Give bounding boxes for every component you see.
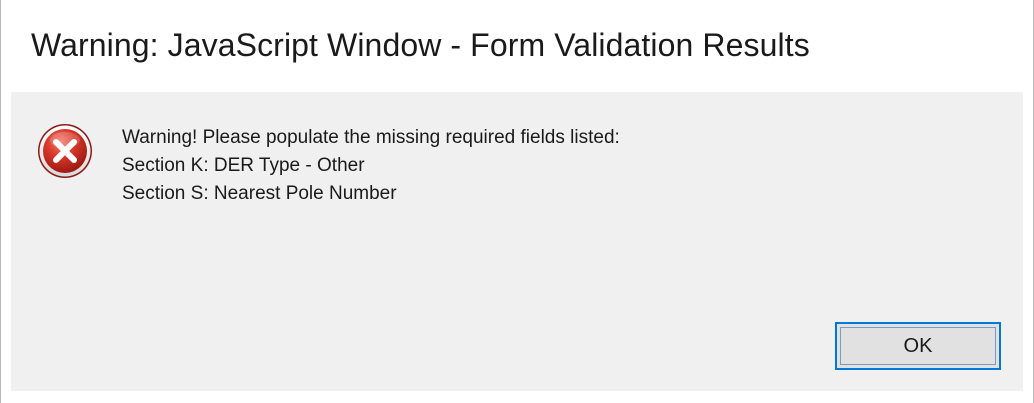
error-icon	[38, 124, 92, 178]
dialog-bottom-edge	[1, 391, 1033, 403]
message-text: Warning! Please populate the missing req…	[122, 124, 620, 208]
ok-button-label: OK	[903, 335, 933, 357]
message-line: Section K: DER Type - Other	[122, 155, 365, 176]
ok-button[interactable]: OK	[835, 322, 1001, 370]
message-line: Section S: Nearest Pole Number	[122, 183, 397, 204]
dialog-titlebar: Warning: JavaScript Window - Form Valida…	[1, 0, 1033, 92]
dialog-content: Warning! Please populate the missing req…	[11, 92, 1023, 391]
warning-dialog: Warning: JavaScript Window - Form Valida…	[0, 0, 1034, 403]
message-line: Warning! Please populate the missing req…	[122, 127, 620, 148]
dialog-title: Warning: JavaScript Window - Form Valida…	[31, 27, 810, 63]
